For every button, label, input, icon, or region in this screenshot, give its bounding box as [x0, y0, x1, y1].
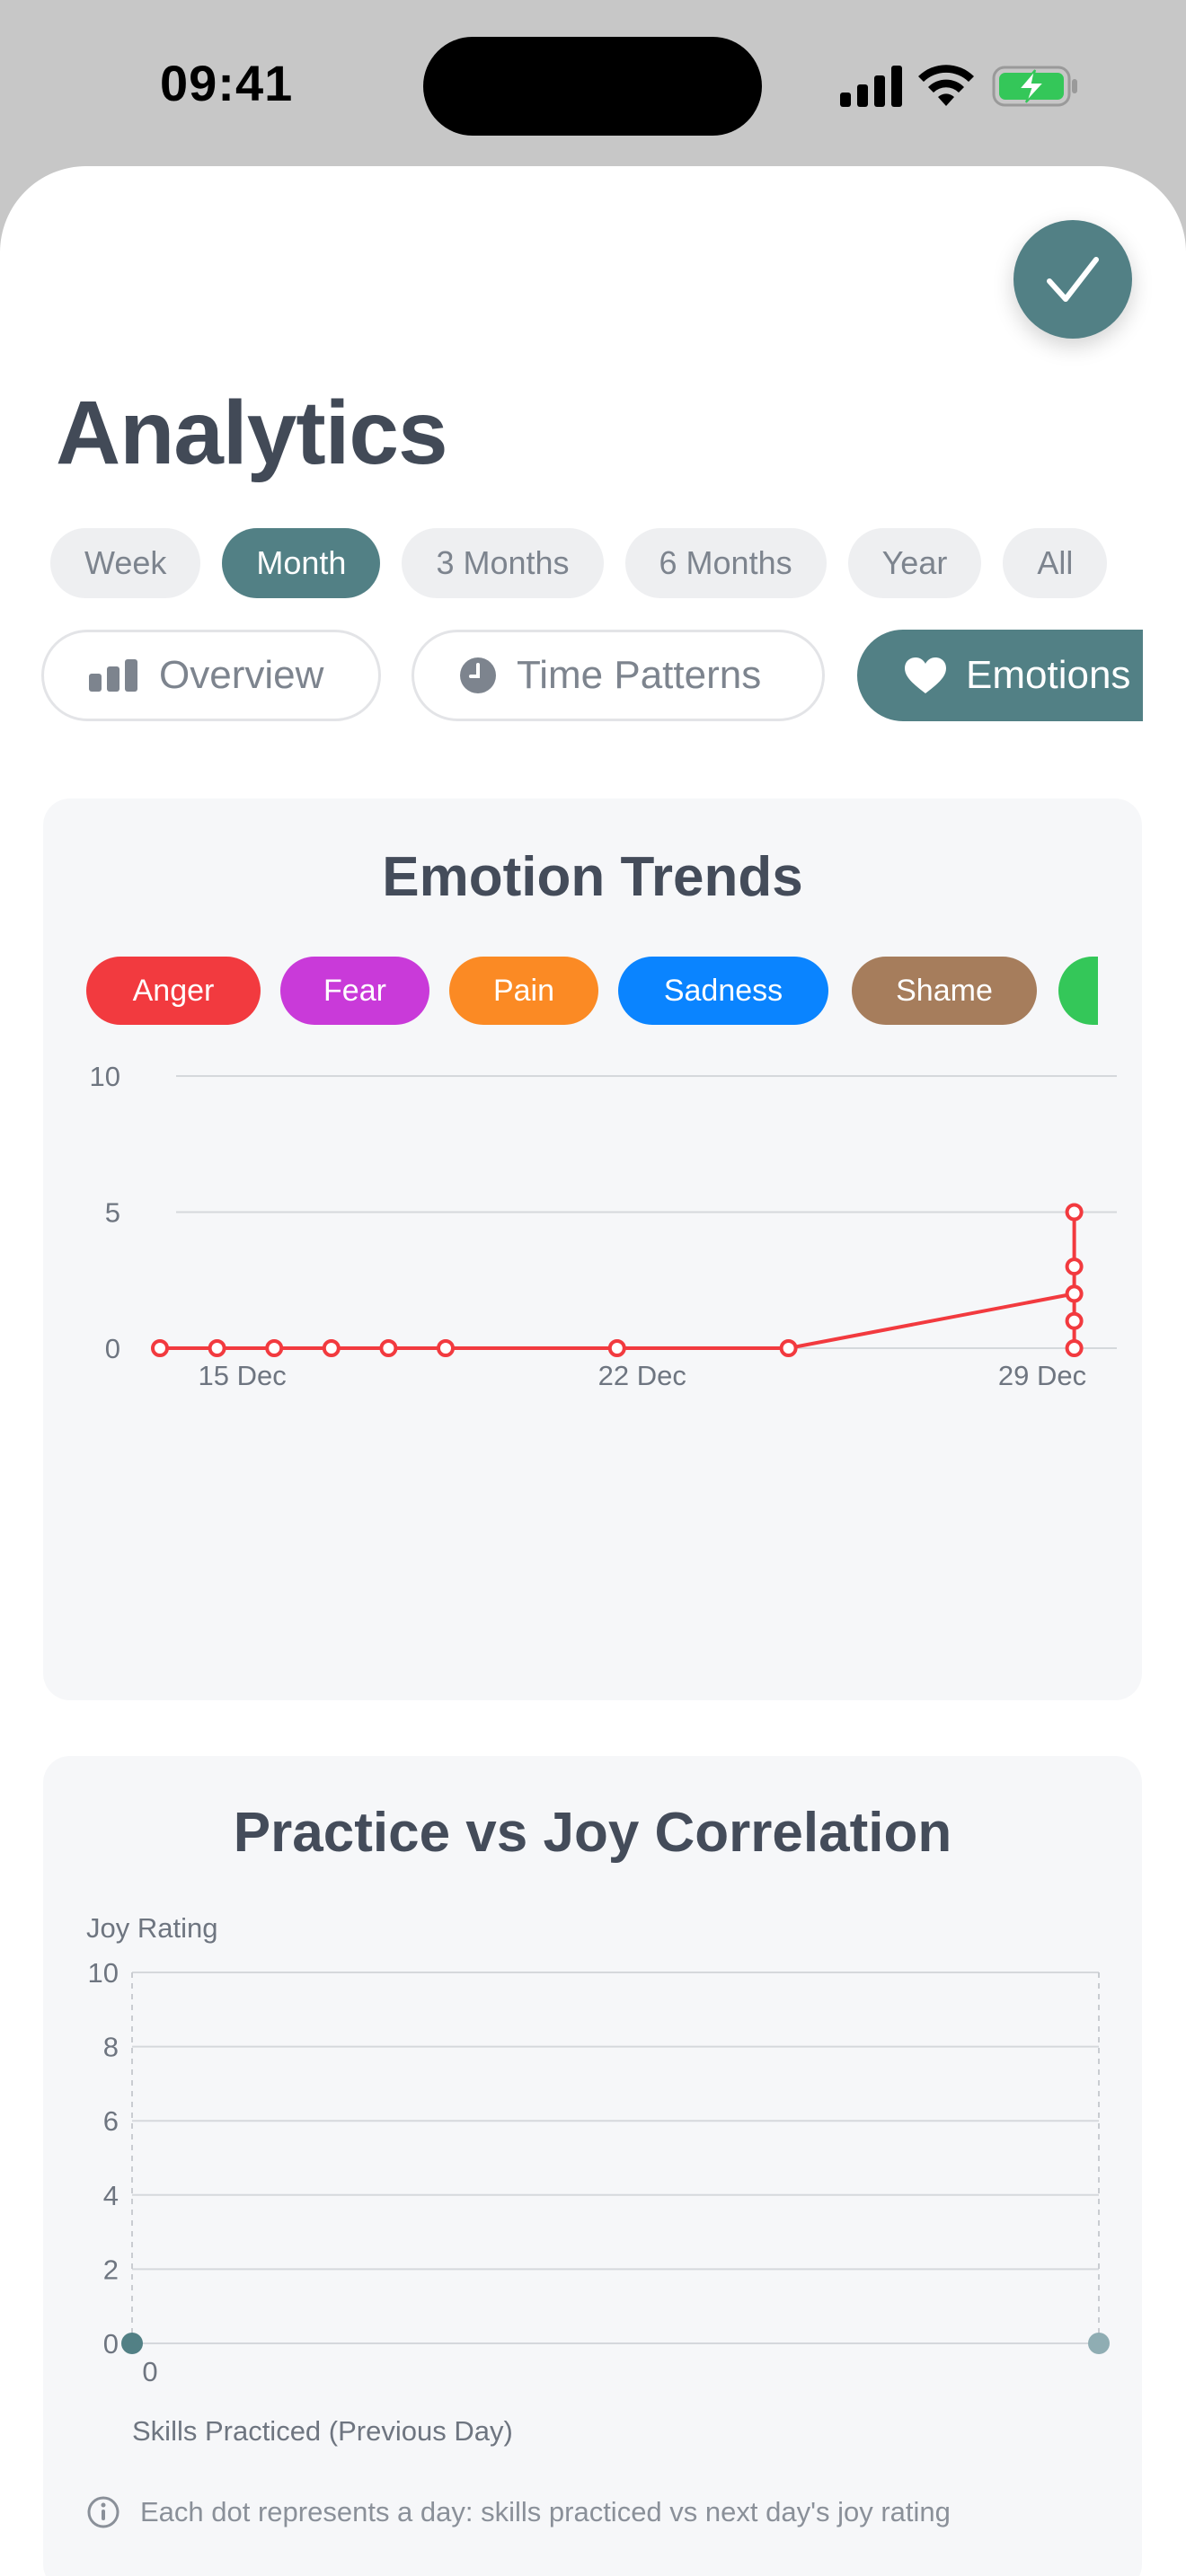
tab-emotions[interactable]: Emotions — [857, 630, 1143, 721]
emotion-trend-chart: 0 5 10 15 Dec 22 Dec 29 Dec — [90, 1061, 1117, 1391]
analytics-tabs: Overview Time Patterns Emotions — [41, 630, 1143, 723]
done-button[interactable] — [1013, 220, 1132, 339]
y-tick-label: 10 — [90, 1061, 120, 1092]
x-tick-label: 29 Dec — [998, 1360, 1086, 1391]
heart-icon — [905, 657, 946, 693]
y-tick-label: 0 — [103, 2328, 119, 2360]
status-bar: 09:41 — [0, 0, 1186, 171]
period-year[interactable]: Year — [847, 528, 982, 598]
data-point — [379, 1339, 398, 1357]
emotion-trends-card: Emotion Trends Anger Fear Pain Sadness S… — [43, 798, 1142, 1700]
x-tick-label: 22 Dec — [598, 1360, 686, 1391]
data-point — [1065, 1257, 1084, 1276]
cellular-signal-icon — [840, 66, 902, 107]
checkmark-icon — [1047, 257, 1099, 302]
scatter-point — [1088, 2333, 1110, 2354]
data-point — [322, 1339, 341, 1357]
dynamic-island — [423, 37, 762, 136]
data-point — [1065, 1203, 1084, 1222]
status-time: 09:41 — [160, 55, 294, 111]
y-tick-label: 5 — [105, 1197, 120, 1229]
period-all[interactable]: All — [1003, 528, 1108, 598]
y-tick-label: 8 — [103, 2032, 119, 2063]
y-tick-label: 0 — [105, 1333, 120, 1364]
tab-time-patterns-label: Time Patterns — [517, 653, 762, 697]
bar-chart-icon — [89, 659, 137, 692]
x-tick-label: 0 — [142, 2356, 157, 2387]
data-point — [151, 1339, 169, 1357]
correlation-info: Each dot represents a day: skills practi… — [86, 2495, 951, 2529]
y-tick-label: 4 — [103, 2180, 119, 2211]
data-point — [607, 1339, 626, 1357]
page-title: Analytics — [56, 383, 448, 483]
data-point — [208, 1339, 226, 1357]
tab-time-patterns[interactable]: Time Patterns — [412, 630, 825, 721]
wifi-icon — [918, 65, 974, 106]
practice-joy-card: Practice vs Joy Correlation Joy Rating 0 2… — [43, 1756, 1142, 2576]
y-tick-label: 10 — [88, 1957, 119, 1989]
period-week[interactable]: Week — [50, 528, 201, 598]
y-axis-label: Joy Rating — [86, 1912, 217, 1944]
clock-icon — [460, 657, 496, 693]
analytics-sheet: Analytics Week Month 3 Months 6 Months Y… — [0, 166, 1186, 2576]
period-month[interactable]: Month — [222, 528, 381, 598]
info-icon — [87, 2496, 119, 2528]
data-point — [1065, 1284, 1084, 1303]
data-point — [265, 1339, 284, 1357]
data-point — [779, 1339, 798, 1357]
tab-overview-label: Overview — [159, 653, 324, 697]
period-selector: Week Month 3 Months 6 Months Year All — [50, 528, 1108, 598]
period-6-months[interactable]: 6 Months — [624, 528, 827, 598]
data-point — [1065, 1339, 1084, 1357]
y-tick-label: 2 — [103, 2254, 119, 2285]
scatter-point — [121, 2333, 143, 2354]
data-point — [1065, 1311, 1084, 1330]
x-tick-label: 15 Dec — [198, 1360, 286, 1391]
period-3-months[interactable]: 3 Months — [402, 528, 604, 598]
data-point — [437, 1339, 455, 1357]
practice-joy-chart: Joy Rating 0 2 4 6 8 10 0 Skills Practiced (Prev… — [86, 1912, 1110, 2447]
tab-emotions-label: Emotions — [966, 653, 1131, 697]
y-tick-label: 6 — [103, 2105, 119, 2137]
x-axis-label: Skills Practiced (Previous Day) — [132, 2415, 513, 2447]
correlation-info-text: Each dot represents a day: skills practi… — [140, 2496, 951, 2527]
battery-charging-icon — [992, 66, 1077, 107]
tab-overview[interactable]: Overview — [41, 630, 381, 721]
